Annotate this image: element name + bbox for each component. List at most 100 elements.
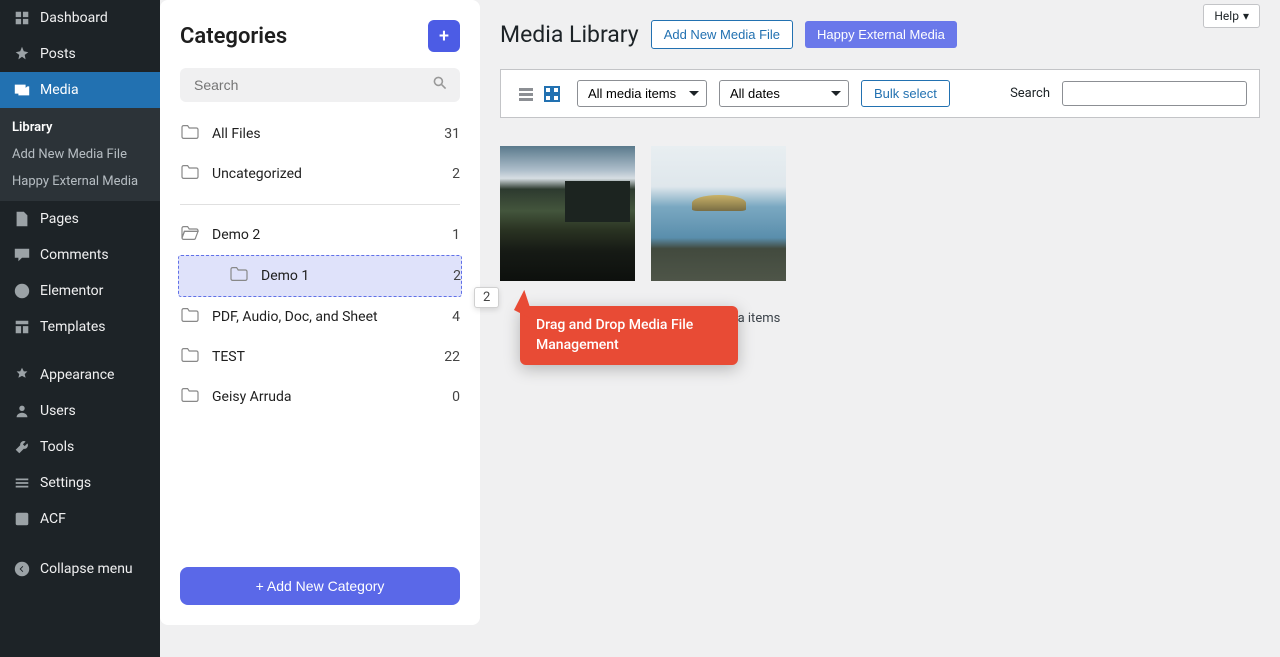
menu-users[interactable]: Users	[0, 393, 160, 429]
wp-admin-sidebar: Dashboard Posts Media Library Add New Me…	[0, 0, 160, 657]
add-new-media-button[interactable]: Add New Media File	[651, 20, 793, 49]
folder-icon	[180, 307, 200, 327]
appearance-icon	[12, 365, 32, 385]
grid-view-button[interactable]	[539, 81, 565, 107]
menu-media[interactable]: Media	[0, 72, 160, 108]
submenu-add-new[interactable]: Add New Media File	[0, 141, 160, 168]
chevron-down-icon: ▾	[1243, 9, 1249, 23]
menu-label: Comments	[40, 247, 109, 263]
category-count: 0	[452, 389, 460, 405]
menu-label: Dashboard	[40, 10, 108, 26]
tools-icon	[12, 437, 32, 457]
menu-collapse[interactable]: Collapse menu	[0, 551, 145, 587]
folder-icon	[229, 266, 249, 286]
media-submenu: Library Add New Media File Happy Externa…	[0, 108, 160, 201]
category-count: 1	[452, 227, 460, 243]
category-label: Demo 1	[261, 268, 453, 284]
categories-list: All Files 31 Uncategorized 2 Demo 2 1 De…	[160, 114, 480, 551]
category-label: PDF, Audio, Doc, and Sheet	[212, 309, 452, 325]
submenu-library[interactable]: Library	[0, 114, 160, 141]
category-demo1[interactable]: Demo 1 2	[178, 255, 462, 297]
menu-tools[interactable]: Tools	[0, 429, 160, 465]
settings-icon	[12, 473, 32, 493]
happy-external-media-button[interactable]: Happy External Media	[805, 21, 957, 48]
list-view-button[interactable]	[513, 81, 539, 107]
menu-settings[interactable]: Settings	[0, 465, 160, 501]
add-category-icon-button[interactable]: +	[428, 20, 460, 52]
folder-icon	[180, 387, 200, 407]
bulk-select-button[interactable]: Bulk select	[861, 80, 950, 107]
menu-acf[interactable]: ACF	[0, 501, 160, 537]
category-label: Uncategorized	[212, 166, 452, 182]
category-label: Geisy Arruda	[212, 389, 452, 405]
page-title: Media Library	[500, 21, 639, 48]
category-label: TEST	[212, 349, 444, 365]
category-demo2[interactable]: Demo 2 1	[180, 215, 460, 255]
category-test[interactable]: TEST 22	[180, 337, 460, 377]
add-new-category-button[interactable]: + Add New Category	[180, 567, 460, 605]
categories-panel: Categories + All Files 31 Uncategorized …	[160, 0, 480, 625]
media-search-input[interactable]	[1062, 81, 1247, 106]
category-label: All Files	[212, 126, 444, 142]
folder-icon	[180, 124, 200, 144]
categories-search-input[interactable]	[180, 68, 460, 102]
menu-label: Settings	[40, 475, 91, 491]
category-count: 2	[453, 268, 461, 284]
templates-icon	[12, 317, 32, 337]
media-icon	[12, 80, 32, 100]
menu-label: Users	[40, 403, 76, 419]
pin-icon	[12, 44, 32, 64]
menu-elementor[interactable]: Elementor	[0, 273, 160, 309]
search-icon	[432, 75, 448, 95]
menu-label: Posts	[40, 46, 76, 62]
category-count: 4	[452, 309, 460, 325]
media-type-filter[interactable]: All media items	[577, 80, 707, 107]
category-count: 22	[444, 349, 460, 365]
menu-label: Appearance	[40, 367, 114, 383]
categories-search	[180, 68, 460, 102]
category-geisy[interactable]: Geisy Arruda 0	[180, 377, 460, 417]
callout-tooltip: Drag and Drop Media File Management	[520, 306, 738, 365]
category-uncategorized[interactable]: Uncategorized 2	[180, 154, 460, 194]
media-item[interactable]	[651, 146, 786, 281]
help-label: Help	[1214, 9, 1239, 23]
category-pdf-audio[interactable]: PDF, Audio, Doc, and Sheet 4	[180, 297, 460, 337]
category-all-files[interactable]: All Files 31	[180, 114, 460, 154]
media-item[interactable]	[500, 146, 635, 281]
submenu-happy[interactable]: Happy External Media	[0, 168, 160, 195]
users-icon	[12, 401, 32, 421]
collapse-icon	[12, 559, 32, 579]
elementor-icon	[12, 281, 32, 301]
folder-icon	[180, 347, 200, 367]
pages-icon	[12, 209, 32, 229]
category-label: Demo 2	[212, 227, 452, 243]
menu-label: Collapse menu	[40, 561, 133, 577]
category-count: 2	[452, 166, 460, 182]
menu-label: Templates	[40, 319, 106, 335]
category-count: 31	[444, 126, 460, 142]
menu-templates[interactable]: Templates	[0, 309, 160, 345]
menu-pages[interactable]: Pages	[0, 201, 160, 237]
folder-open-icon	[180, 225, 200, 245]
menu-appearance[interactable]: Appearance	[0, 357, 160, 393]
dashboard-icon	[12, 8, 32, 28]
menu-label: Media	[40, 82, 79, 98]
help-button[interactable]: Help ▾	[1203, 4, 1260, 28]
categories-title: Categories	[180, 24, 287, 49]
menu-label: Elementor	[40, 283, 103, 299]
date-filter[interactable]: All dates	[719, 80, 849, 107]
menu-posts[interactable]: Posts	[0, 36, 160, 72]
menu-comments[interactable]: Comments	[0, 237, 160, 273]
menu-label: Pages	[40, 211, 79, 227]
comments-icon	[12, 245, 32, 265]
divider	[180, 204, 460, 205]
menu-dashboard[interactable]: Dashboard	[0, 0, 160, 36]
main-content: Help ▾ Media Library Add New Media File …	[480, 0, 1280, 346]
menu-label: Tools	[40, 439, 74, 455]
menu-label: ACF	[40, 511, 66, 527]
acf-icon	[12, 509, 32, 529]
search-label: Search	[1010, 86, 1050, 101]
media-grid	[500, 146, 1260, 281]
media-toolbar: All media items All dates Bulk select Se…	[500, 69, 1260, 118]
folder-icon	[180, 164, 200, 184]
